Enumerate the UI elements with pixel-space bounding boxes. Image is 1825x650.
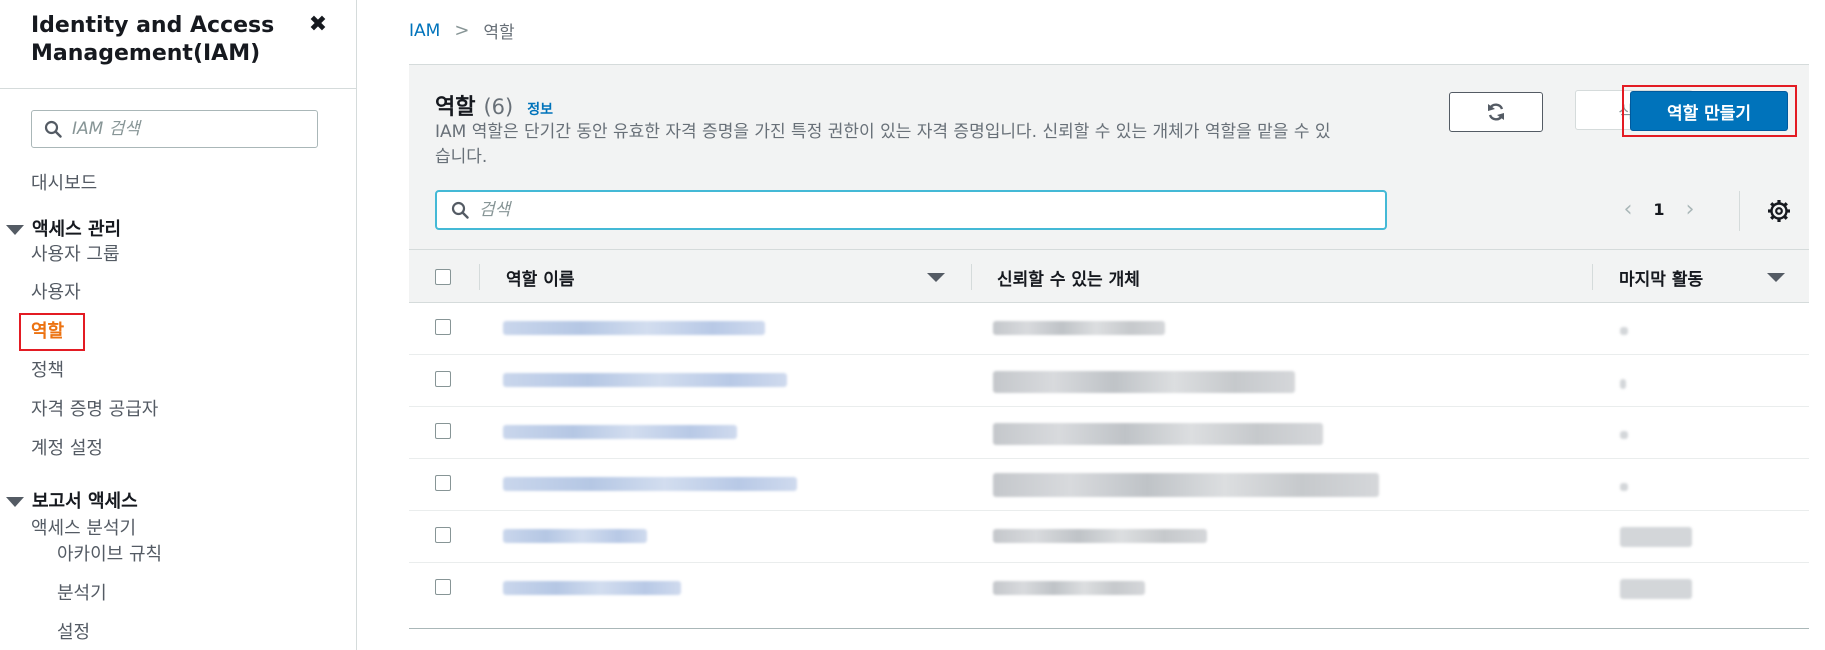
- refresh-button[interactable]: [1449, 92, 1543, 132]
- sidebar-search-input[interactable]: [72, 119, 302, 139]
- redacted-role-name[interactable]: [503, 425, 737, 439]
- column-divider: [1592, 264, 1593, 290]
- sidebar: Identity and Access Management(IAM) ✖ 대시…: [0, 0, 357, 650]
- redacted-trusted-entity: [993, 529, 1207, 543]
- pagination: ‹ 1 ›: [1617, 197, 1701, 222]
- close-icon[interactable]: ✖: [305, 12, 331, 38]
- sidebar-item-users[interactable]: 사용자: [31, 281, 81, 305]
- breadcrumb-separator-icon: >: [454, 20, 470, 41]
- sidebar-item-archive-rules[interactable]: 아카이브 규칙: [57, 543, 162, 567]
- sidebar-title: Identity and Access Management(IAM): [31, 13, 275, 66]
- sidebar-item-account-settings[interactable]: 계정 설정: [31, 437, 103, 461]
- redacted-last-activity: [1620, 379, 1626, 389]
- redacted-role-name[interactable]: [503, 321, 765, 335]
- pagination-divider: [1739, 191, 1740, 231]
- search-icon: [451, 201, 469, 219]
- breadcrumb-current: 역할: [483, 23, 515, 43]
- row-checkbox[interactable]: [435, 527, 451, 543]
- sidebar-header: Identity and Access Management(IAM): [31, 12, 331, 68]
- table-row[interactable]: [409, 563, 1809, 615]
- table-row[interactable]: [409, 303, 1809, 355]
- breadcrumb-iam-link[interactable]: IAM: [409, 21, 440, 41]
- gear-icon[interactable]: [1767, 199, 1791, 223]
- search-icon: [44, 120, 62, 138]
- highlight-box-roles: [19, 313, 85, 351]
- sidebar-item-identity-providers[interactable]: 자격 증명 공급자: [31, 398, 158, 422]
- refresh-icon: [1488, 103, 1504, 121]
- redacted-last-activity: [1620, 431, 1628, 439]
- redacted-role-name[interactable]: [503, 373, 787, 387]
- highlight-box-create-role: [1622, 85, 1797, 137]
- row-checkbox[interactable]: [435, 579, 451, 595]
- redacted-role-name[interactable]: [503, 529, 647, 543]
- roles-panel-header: 역할 (6) 정보 IAM 역할은 단기간 동안 유효한 자격 증명을 가진 특…: [409, 65, 1809, 249]
- redacted-last-activity: [1620, 483, 1628, 491]
- chevron-left-icon[interactable]: ‹: [1617, 197, 1639, 222]
- row-checkbox[interactable]: [435, 319, 451, 335]
- sidebar-item-user-groups[interactable]: 사용자 그룹: [31, 243, 120, 267]
- row-checkbox[interactable]: [435, 475, 451, 491]
- sort-caret-down-icon[interactable]: [1767, 273, 1785, 282]
- sidebar-section-label: 액세스 관리: [32, 219, 122, 240]
- redacted-trusted-entity: [993, 423, 1323, 445]
- roles-search-input[interactable]: [479, 200, 1359, 220]
- column-divider: [971, 264, 972, 290]
- sidebar-item-dashboard[interactable]: 대시보드: [31, 172, 97, 196]
- sidebar-item-access-analyzer[interactable]: 액세스 분석기: [31, 517, 136, 541]
- sidebar-divider: [0, 88, 357, 89]
- sort-caret-down-icon[interactable]: [927, 273, 945, 282]
- chevron-right-icon[interactable]: ›: [1679, 197, 1701, 222]
- column-header-last-activity[interactable]: 마지막 활동: [1619, 250, 1703, 304]
- redacted-last-activity: [1620, 327, 1628, 335]
- column-header-trusted-entities[interactable]: 신뢰할 수 있는 개체: [997, 250, 1140, 304]
- caret-down-icon: [6, 225, 24, 235]
- roles-description: IAM 역할은 단기간 동안 유효한 자격 증명을 가진 특정 권한이 있는 자…: [435, 122, 1331, 167]
- column-header-role-name[interactable]: 역할 이름: [506, 250, 574, 304]
- sidebar-section-label: 보고서 액세스: [32, 491, 138, 512]
- breadcrumb: IAM > 역할: [409, 18, 515, 43]
- select-all-cell: [435, 250, 451, 304]
- sidebar-item-policies[interactable]: 정책: [31, 359, 64, 383]
- caret-down-icon: [6, 497, 24, 507]
- table-row[interactable]: [409, 511, 1809, 563]
- redacted-role-name[interactable]: [503, 581, 681, 595]
- roles-table-header: 역할 이름 신뢰할 수 있는 개체 마지막 활동: [409, 249, 1809, 303]
- table-row[interactable]: [409, 355, 1809, 407]
- page-number[interactable]: 1: [1639, 200, 1679, 219]
- info-link[interactable]: 정보: [527, 99, 553, 119]
- column-divider: [479, 264, 480, 290]
- redacted-last-activity: [1620, 579, 1692, 599]
- redacted-role-name[interactable]: [503, 477, 797, 491]
- row-checkbox[interactable]: [435, 371, 451, 387]
- roles-title-row: 역할 (6) 정보: [435, 89, 553, 121]
- page-title: 역할: [435, 95, 476, 120]
- sidebar-section-access-reports[interactable]: 보고서 액세스: [6, 490, 138, 514]
- table-row[interactable]: [409, 459, 1809, 511]
- roles-count: (6): [483, 95, 514, 119]
- redacted-trusted-entity: [993, 371, 1295, 393]
- redacted-trusted-entity: [993, 473, 1379, 497]
- redacted-trusted-entity: [993, 321, 1165, 335]
- sidebar-section-access-management[interactable]: 액세스 관리: [6, 218, 121, 242]
- redacted-trusted-entity: [993, 581, 1145, 595]
- table-bottom-border: [409, 628, 1809, 629]
- sidebar-item-analyzers[interactable]: 분석기: [57, 582, 107, 606]
- table-row[interactable]: [409, 407, 1809, 459]
- redacted-last-activity: [1620, 527, 1692, 547]
- roles-panel: 역할 (6) 정보 IAM 역할은 단기간 동안 유효한 자격 증명을 가진 특…: [409, 65, 1809, 630]
- roles-search[interactable]: [435, 190, 1387, 230]
- sidebar-search[interactable]: [31, 110, 318, 148]
- row-checkbox[interactable]: [435, 423, 451, 439]
- sidebar-item-settings[interactable]: 설정: [57, 621, 90, 645]
- select-all-checkbox[interactable]: [435, 269, 451, 285]
